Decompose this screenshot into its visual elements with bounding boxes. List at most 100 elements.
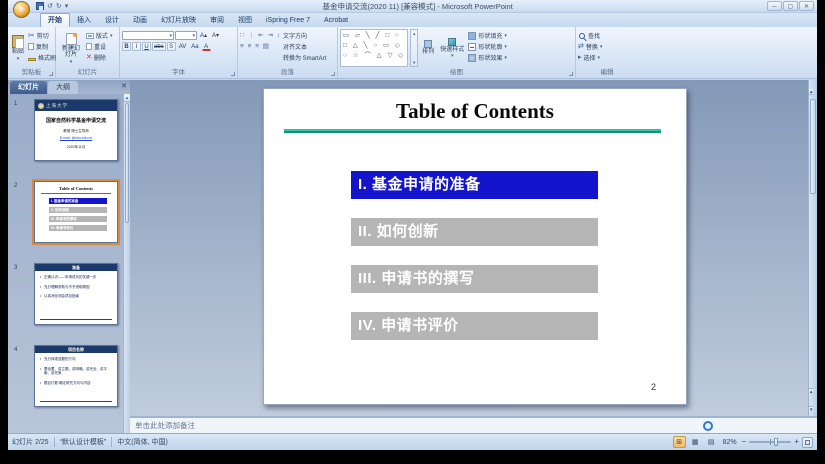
shapes-scroll-down-icon[interactable]: ▼ [411,60,417,65]
zoom-out-button[interactable]: − [742,437,747,447]
layout-button[interactable]: 版式▾ [86,31,113,40]
clipboard-dialog-launcher-icon[interactable] [49,72,53,76]
panel-close-icon[interactable]: ✕ [121,82,127,90]
vertical-scrollbar[interactable]: ▲ ▲ ▼ [808,80,817,416]
toc-item-3[interactable]: III. 申请书的撰写 [351,265,598,293]
select-label: 选择 [584,53,596,62]
scroll-up-icon[interactable]: ▲ [809,89,813,95]
italic-button[interactable]: I [132,42,141,51]
shape-fill-button[interactable]: 形状填充▾ [468,31,507,40]
underline-button[interactable]: U [142,42,151,51]
shrink-font-button[interactable]: A▾ [210,31,221,40]
shape-effects-button[interactable]: 形状效果▾ [468,53,507,62]
undo-button[interactable]: ↺ [47,2,53,11]
shapes-row[interactable]: ○ ☆ ⌒ △ ▽ ◇ [343,51,405,60]
quick-styles-button[interactable]: 快速样式 ▾ [438,29,466,67]
paste-icon [12,35,24,48]
text-direction-button[interactable]: 文字方向 [283,31,326,40]
arrange-button[interactable]: 排列 [420,29,436,67]
cut-button[interactable]: ✂剪切 [28,31,56,40]
office-button[interactable] [13,1,30,18]
current-slide[interactable]: Table of Contents I. 基金申请的准备 II. 如何创新 II… [263,88,687,405]
shapes-gallery-scrollbar[interactable]: ▲ ▼ [410,29,418,67]
select-button[interactable]: ▸选择▾ [578,53,602,62]
ribbon-tab-bar: 开始 插入 设计 动画 幻灯片放映 审阅 视图 iSpring Free 7 A… [8,13,817,27]
tab-animations[interactable]: 动画 [126,14,154,27]
tab-ispring[interactable]: iSpring Free 7 [259,14,317,27]
reset-button[interactable]: 重设 [86,42,113,51]
zoom-level[interactable]: 82% [723,439,737,446]
zoom-slider-thumb[interactable] [774,438,778,446]
redo-button[interactable]: ↻ [56,2,62,11]
drawing-dialog-launcher-icon[interactable] [569,72,573,76]
slide-thumbnail-1[interactable]: 上海大学 国家自然科学基金申请交流 教授 博士生导师 E-mail: @shu.… [34,99,118,161]
maximize-button[interactable]: ▢ [783,1,798,11]
paste-button[interactable]: 粘贴 ▾ [10,29,26,67]
tab-design[interactable]: 设计 [98,14,126,27]
shapes-scroll-up-icon[interactable]: ▲ [411,31,417,36]
slide-thumbnail-4[interactable]: 项目名称 充分体现选题的方向 要含蓄、讲立题、讲明确、讲完全、讲平衡、讲完美 题… [34,345,118,407]
toc-item-4[interactable]: IV. 申请书评价 [351,312,598,340]
fit-to-window-button[interactable] [802,437,813,448]
thumb2-toc-item: I. 基金申请的准备 [49,198,107,204]
zoom-in-button[interactable]: + [794,437,799,447]
tab-outline[interactable]: 大纲 [48,81,78,94]
shapes-row[interactable]: ▭ ▱ ╲ ╱ □ ○ [343,31,405,40]
notes-pane[interactable]: 单击此处添加备注 [130,416,817,433]
tab-acrobat[interactable]: Acrobat [317,14,355,27]
toc-item-2[interactable]: II. 如何创新 [351,218,598,246]
group-label-editing: 编辑 [576,68,638,78]
sidebar-scrollbar-thumb[interactable] [125,103,129,223]
smartart-button[interactable]: 转换为 SmartArt [283,53,326,62]
shape-outline-button[interactable]: 形状轮廓▾ [468,42,507,51]
grow-font-button[interactable]: A▴ [198,31,209,40]
slideshow-view-button[interactable]: ▤ [705,436,718,448]
font-size-combo[interactable]: ▾ [175,31,197,40]
previous-slide-icon[interactable]: ▲ [809,388,813,394]
text-shadow-button[interactable]: S [167,42,176,51]
slide-sorter-view-button[interactable]: ▦ [689,436,702,448]
font-dialog-launcher-icon[interactable] [231,72,235,76]
office-logo-icon [18,6,25,13]
paragraph-dialog-launcher-icon[interactable] [331,72,335,76]
font-name-combo[interactable]: ▾ [122,31,174,40]
tab-view[interactable]: 视图 [231,14,259,27]
shapes-gallery[interactable]: ▭ ▱ ╲ ╱ □ ○ □ △ ╲ ○ ▭ ◇ ○ ☆ ⌒ △ ▽ ◇ [340,29,408,67]
tab-insert[interactable]: 插入 [70,14,98,27]
normal-view-button[interactable]: ⊞ [673,436,686,448]
new-slide-button[interactable]: 新建幻灯片 ▾ [58,29,84,67]
paragraph-buttons-row1[interactable]: ∷ ⋮ ⇤ ⇥ ↕ [240,31,281,40]
tab-home[interactable]: 开始 [40,13,70,27]
tab-slideshow[interactable]: 幻灯片放映 [154,14,203,27]
tab-review[interactable]: 审阅 [203,14,231,27]
shapes-row[interactable]: □ △ ╲ ○ ▭ ◇ [343,41,405,50]
font-color-button[interactable]: A [202,42,211,51]
tab-slides-thumbnails[interactable]: 幻灯片 [10,81,47,94]
align-text-button[interactable]: 对齐文本 [283,42,326,51]
toc-item-1-highlighted[interactable]: I. 基金申请的准备 [351,171,598,199]
slide-thumbnail-2-selected[interactable]: Table of Contents I. 基金申请的准备 II. 如何创新 II… [34,181,118,243]
zoom-slider[interactable] [749,441,791,443]
language-indicator[interactable]: 中文(简体, 中国) [117,437,168,447]
scrollbar-thumb[interactable] [810,99,816,194]
next-slide-icon[interactable]: ▼ [809,406,813,412]
copy-button[interactable]: 复制 [28,42,56,51]
replace-button[interactable]: ⇄替换▾ [578,42,602,51]
bold-button[interactable]: B [122,42,131,51]
slide-number: 1 [14,99,34,161]
powerpoint-window: ↺ ↻ ▾ 基金申请交流(2020 11) [兼容模式] - Microsoft… [8,0,817,450]
notes-placeholder[interactable]: 单击此处添加备注 [130,420,195,431]
paragraph-align-buttons[interactable]: ≡ ≡ ≡ ▤ [240,42,281,51]
slide-thumbnail-3[interactable]: 准备 正确认识——申请成功的关键一步 充分理解资助与不予资助原因 认真消化领会项… [34,263,118,325]
strikethrough-button[interactable]: abc [152,42,166,51]
close-button[interactable]: ✕ [799,1,814,11]
delete-button[interactable]: ✕删除 [86,53,113,62]
sidebar-scrollbar[interactable]: ▲ [123,94,130,433]
slide-title[interactable]: Table of Contents [264,99,686,124]
character-spacing-button[interactable]: AV [177,42,189,51]
minimize-button[interactable]: ─ [767,1,782,11]
format-painter-button[interactable]: 格式刷 [28,53,56,62]
save-icon[interactable] [36,2,44,10]
change-case-button[interactable]: Aa [189,42,200,51]
find-button[interactable]: 查找 [578,31,602,40]
